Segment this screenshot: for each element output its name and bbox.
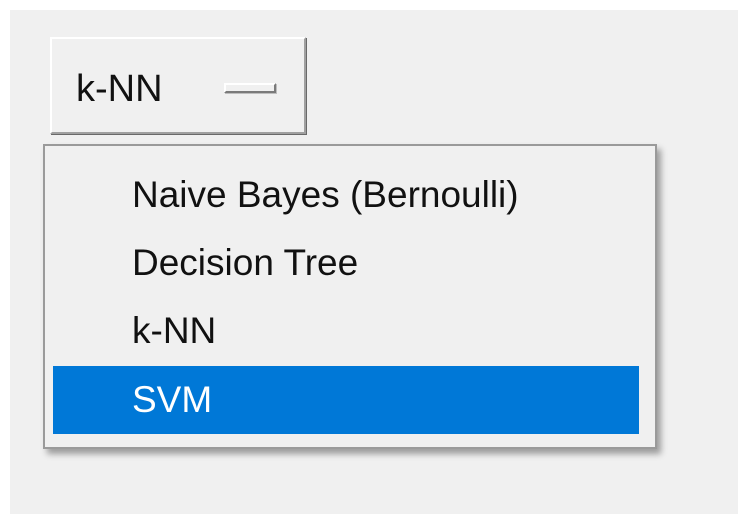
menu-item-svm[interactable]: SVM xyxy=(53,366,639,434)
menu-item-decision-tree[interactable]: Decision Tree xyxy=(53,229,639,297)
option-menu-value: k-NN xyxy=(76,68,163,110)
menu-item-knn[interactable]: k-NN xyxy=(53,297,639,365)
option-menu-indicator-icon xyxy=(224,83,276,93)
classifier-dropdown-menu: Naive Bayes (Bernoulli) Decision Tree k-… xyxy=(43,144,657,449)
menu-item-naive-bayes[interactable]: Naive Bayes (Bernoulli) xyxy=(53,161,639,229)
classifier-option-menu[interactable]: k-NN xyxy=(50,37,306,134)
app-window: k-NN Naive Bayes (Bernoulli) Decision Tr… xyxy=(10,10,738,514)
